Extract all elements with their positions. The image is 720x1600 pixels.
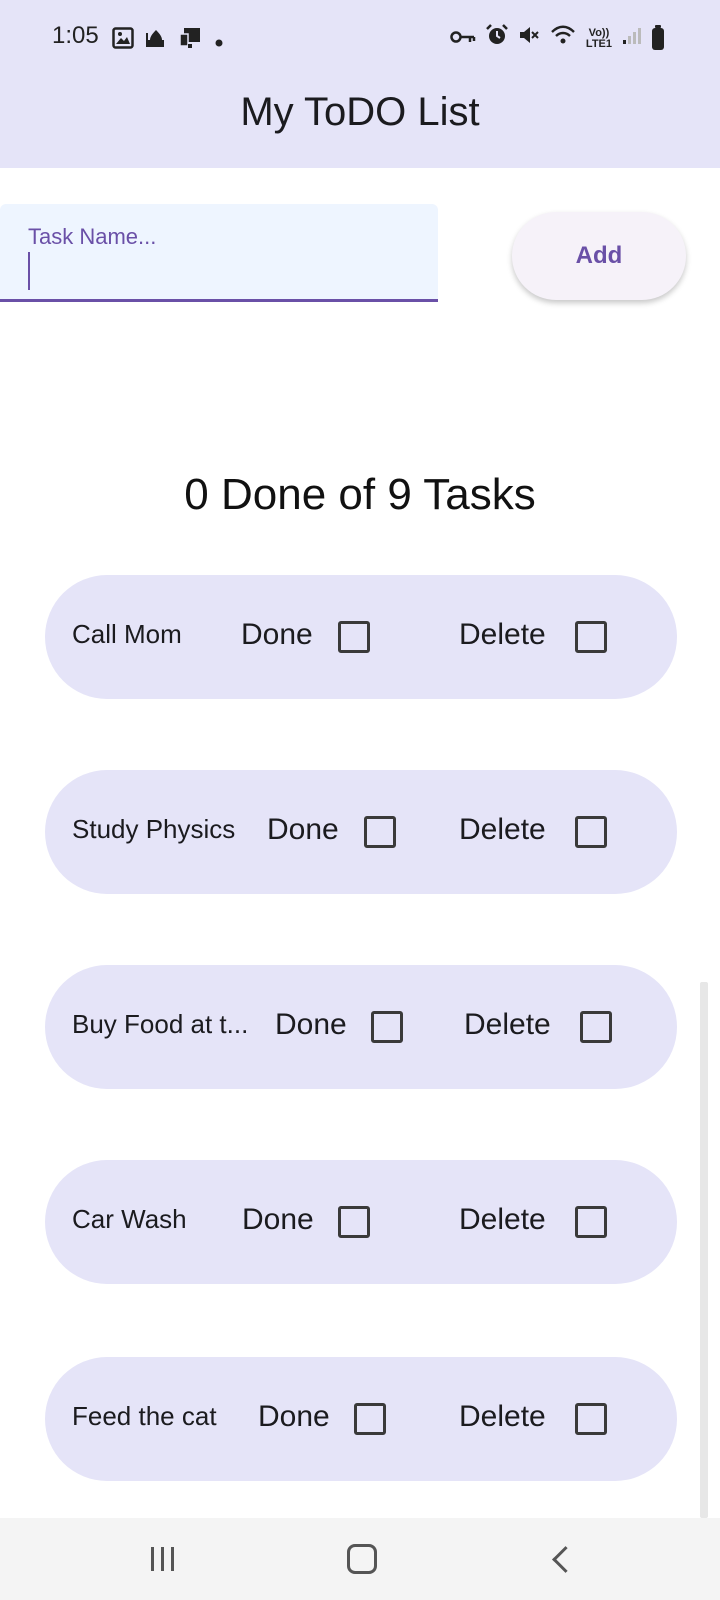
task-card: Feed the cat Done Delete bbox=[45, 1357, 677, 1481]
delete-checkbox[interactable] bbox=[575, 621, 607, 653]
status-left-icons bbox=[112, 26, 224, 57]
done-label: Done bbox=[242, 1203, 314, 1236]
home-icon bbox=[347, 1544, 377, 1574]
back-button[interactable] bbox=[522, 1532, 602, 1586]
delete-checkbox[interactable] bbox=[575, 1206, 607, 1238]
done-label: Done bbox=[241, 618, 313, 651]
done-checkbox[interactable] bbox=[338, 621, 370, 653]
screen: 1:05 Vo)) LTE1 My ToDO List Task Name...… bbox=[0, 0, 720, 1600]
delete-label: Delete bbox=[459, 1203, 546, 1236]
battery-icon bbox=[652, 24, 664, 50]
done-checkbox[interactable] bbox=[371, 1011, 403, 1043]
done-label: Done bbox=[258, 1400, 330, 1433]
mosque-icon bbox=[146, 27, 166, 56]
task-name: Feed the cat bbox=[72, 1401, 217, 1431]
delete-checkbox[interactable] bbox=[575, 1403, 607, 1435]
delete-label: Delete bbox=[459, 1400, 546, 1433]
status-time: 1:05 bbox=[52, 22, 99, 49]
wifi-icon bbox=[550, 24, 576, 53]
delete-label: Delete bbox=[459, 618, 546, 651]
delete-label: Delete bbox=[459, 813, 546, 846]
page-title: My ToDO List bbox=[240, 90, 480, 134]
task-name: Study Physics bbox=[72, 814, 236, 844]
done-label: Done bbox=[275, 1008, 347, 1041]
navigation-bar bbox=[0, 1518, 720, 1600]
volte-icon: Vo)) LTE1 bbox=[585, 26, 612, 50]
lte-label: LTE1 bbox=[585, 37, 612, 50]
add-button[interactable]: Add bbox=[512, 212, 686, 300]
recents-icon bbox=[150, 1547, 174, 1571]
done-checkbox[interactable] bbox=[364, 816, 396, 848]
task-name-input[interactable] bbox=[28, 254, 418, 290]
done-checkbox[interactable] bbox=[354, 1403, 386, 1435]
home-button[interactable] bbox=[322, 1532, 402, 1586]
dot-icon bbox=[214, 29, 224, 55]
gallery-icon bbox=[112, 27, 134, 56]
recents-button[interactable] bbox=[122, 1532, 202, 1586]
alarm-icon bbox=[486, 24, 508, 53]
task-name-label: Task Name... bbox=[28, 224, 157, 249]
task-card: Call Mom Done Delete bbox=[45, 575, 677, 699]
volte-label: Vo)) bbox=[588, 26, 610, 39]
vpn-key-icon bbox=[450, 26, 476, 52]
delete-label: Delete bbox=[464, 1008, 551, 1041]
text-caret bbox=[28, 252, 30, 290]
task-name: Car Wash bbox=[72, 1204, 187, 1234]
task-name: Call Mom bbox=[72, 619, 182, 649]
status-bar: 1:05 Vo)) LTE1 bbox=[0, 0, 720, 78]
delete-checkbox[interactable] bbox=[575, 816, 607, 848]
task-name-field[interactable]: Task Name... bbox=[0, 204, 438, 302]
status-right-icons: Vo)) LTE1 bbox=[450, 24, 664, 53]
scrollbar[interactable] bbox=[700, 982, 708, 1518]
cast-device-icon bbox=[178, 26, 202, 57]
done-label: Done bbox=[267, 813, 339, 846]
delete-checkbox[interactable] bbox=[580, 1011, 612, 1043]
task-card: Car Wash Done Delete bbox=[45, 1160, 677, 1284]
task-card: Buy Food at t... Done Delete bbox=[45, 965, 677, 1089]
mute-icon bbox=[518, 24, 540, 53]
task-name: Buy Food at t... bbox=[72, 1009, 249, 1039]
task-summary: 0 Done of 9 Tasks bbox=[184, 470, 536, 519]
signal-icon bbox=[622, 25, 642, 52]
task-card: Study Physics Done Delete bbox=[45, 770, 677, 894]
done-checkbox[interactable] bbox=[338, 1206, 370, 1238]
top-area: 1:05 Vo)) LTE1 My ToDO List bbox=[0, 0, 720, 168]
back-icon bbox=[551, 1545, 579, 1573]
